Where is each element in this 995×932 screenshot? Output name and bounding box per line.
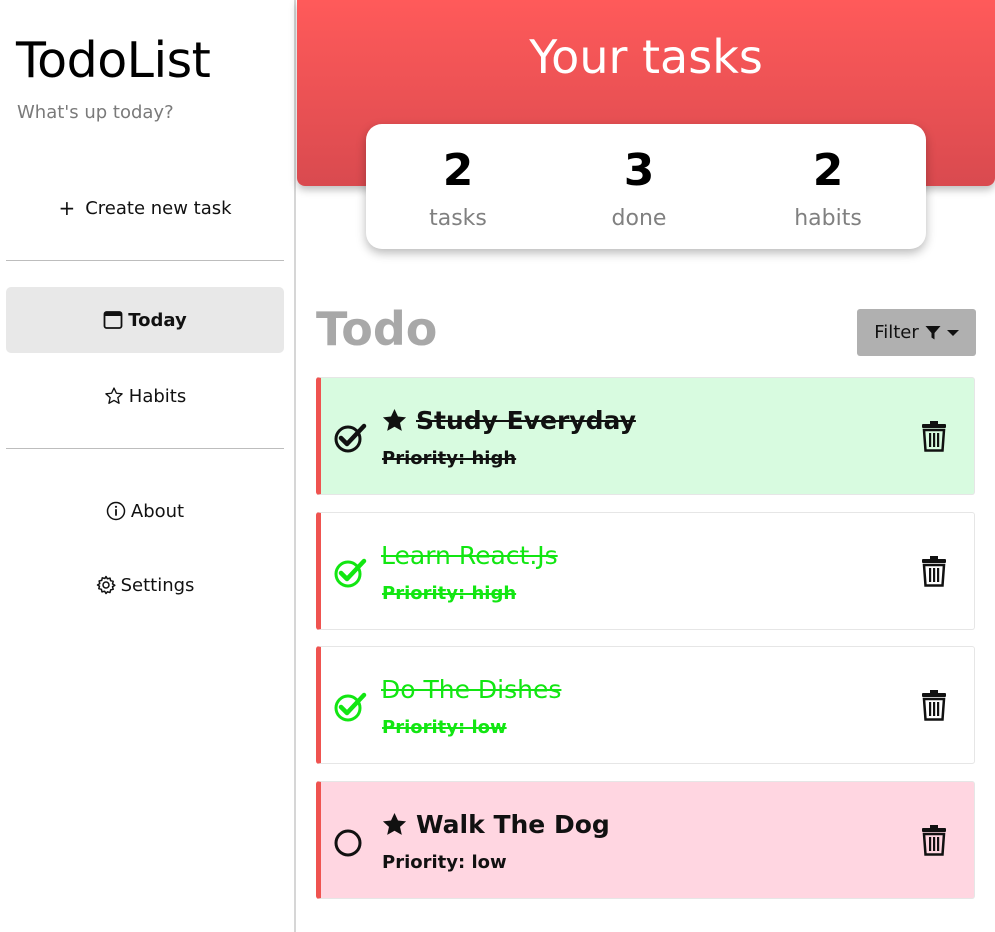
filter-button[interactable]: Filter xyxy=(857,309,976,356)
sidebar-item-settings[interactable]: Settings xyxy=(6,552,284,618)
task-priority: Priority: high xyxy=(382,448,517,469)
task-title-text: Learn React.Js xyxy=(381,541,558,570)
trash-icon[interactable] xyxy=(921,555,947,587)
stat-habits: 2 habits xyxy=(748,142,908,231)
sidebar-item-label: Habits xyxy=(128,385,187,407)
sidebar-item-habits[interactable]: Habits xyxy=(6,363,284,429)
task-title-text: Walk The Dog xyxy=(416,810,610,839)
circle-icon[interactable] xyxy=(333,824,367,858)
app-root: TodoList What's up today? + Create new t… xyxy=(0,0,995,932)
stats-card: 2 tasks 3 done 2 habits xyxy=(366,124,926,249)
info-icon xyxy=(106,501,126,521)
sidebar-item-label: Settings xyxy=(120,574,195,596)
checked-circle-icon[interactable] xyxy=(333,420,367,454)
task-item: Walk The Dog Priority: low xyxy=(316,781,975,899)
trash-icon[interactable] xyxy=(921,420,947,452)
sidebar-item-label: About xyxy=(130,500,185,522)
sidebar-item-today[interactable]: Today xyxy=(6,287,284,353)
sidebar-divider xyxy=(6,260,284,261)
task-item: Do The Dishes Priority: low xyxy=(316,646,975,764)
checked-circle-icon[interactable] xyxy=(333,689,367,723)
task-priority: Priority: low xyxy=(382,852,507,873)
gear-icon xyxy=(96,575,116,595)
stat-done: 3 done xyxy=(559,142,719,231)
star-outline-icon xyxy=(104,386,124,406)
task-priority: Priority: high xyxy=(382,583,517,604)
task-title-text: Do The Dishes xyxy=(381,675,562,704)
filter-label: Filter xyxy=(874,322,919,343)
create-task-label: Create new task xyxy=(85,197,232,219)
task-title: Walk The Dog xyxy=(381,810,610,839)
stat-tasks: 2 tasks xyxy=(378,142,538,231)
stat-value: 3 xyxy=(623,145,655,196)
task-item: Learn React.Js Priority: high xyxy=(316,512,975,630)
task-title: Do The Dishes xyxy=(381,675,561,704)
stat-label: habits xyxy=(794,206,862,231)
trash-icon[interactable] xyxy=(921,824,947,856)
task-title: Study Everyday xyxy=(381,406,636,435)
stat-value: 2 xyxy=(442,145,474,196)
sidebar-item-about[interactable]: About xyxy=(6,478,284,544)
create-task-button[interactable]: + Create new task xyxy=(6,186,284,230)
stat-label: tasks xyxy=(429,206,487,231)
task-priority: Priority: low xyxy=(382,717,507,738)
stat-label: done xyxy=(611,206,667,231)
sidebar-divider xyxy=(6,448,284,449)
page-title: Your tasks xyxy=(529,30,763,84)
stat-value: 2 xyxy=(812,145,844,196)
app-subtitle: What's up today? xyxy=(17,102,174,123)
funnel-icon xyxy=(925,325,941,341)
task-title-text: Study Everyday xyxy=(416,406,636,435)
sidebar-item-label: Today xyxy=(128,309,187,331)
plus-icon: + xyxy=(58,196,76,220)
trash-icon[interactable] xyxy=(921,689,947,721)
task-title: Learn React.Js xyxy=(381,541,558,570)
calendar-icon xyxy=(103,310,123,330)
checked-circle-icon[interactable] xyxy=(333,555,367,589)
chevron-down-icon xyxy=(946,329,959,336)
star-filled-icon xyxy=(381,407,408,434)
star-filled-icon xyxy=(381,811,408,838)
task-item: Study Everyday Priority: high xyxy=(316,377,975,495)
section-title: Todo xyxy=(316,302,438,356)
app-title: TodoList xyxy=(16,32,211,89)
sidebar: TodoList What's up today? + Create new t… xyxy=(0,0,296,932)
